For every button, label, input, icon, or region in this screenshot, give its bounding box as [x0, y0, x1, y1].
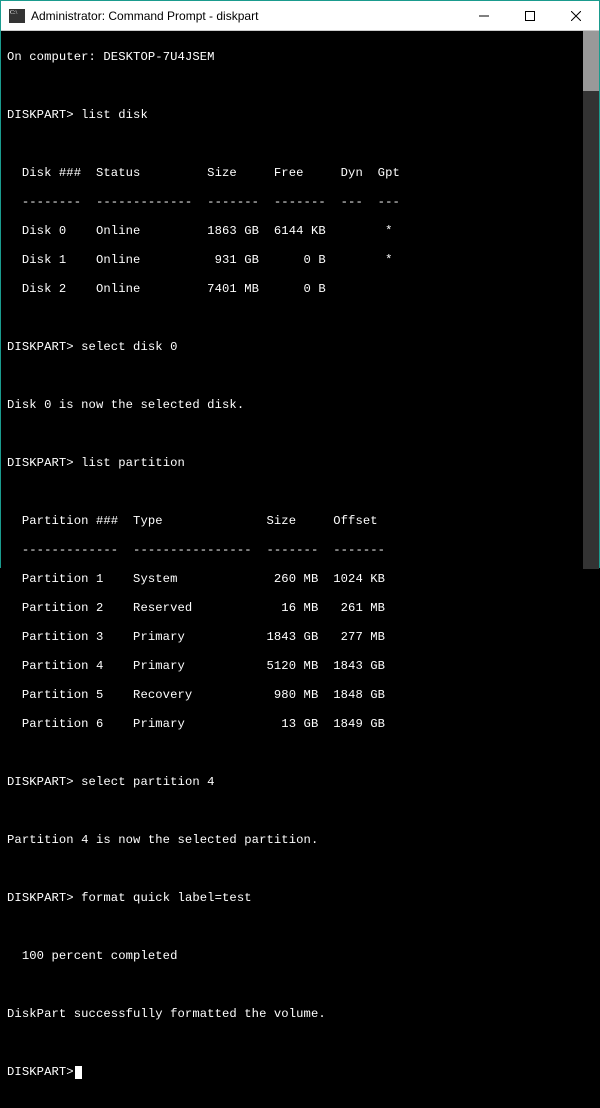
blank-line	[7, 427, 593, 442]
window-titlebar: Administrator: Command Prompt - diskpart	[1, 1, 599, 31]
partition-row: Partition 2 Reserved 16 MB 261 MB	[7, 601, 593, 616]
prompt: DISKPART>	[7, 456, 74, 470]
progress-msg: 100 percent completed	[7, 949, 593, 964]
prompt: DISKPART>	[7, 1065, 74, 1079]
prompt: DISKPART>	[7, 108, 74, 122]
blank-line	[7, 862, 593, 877]
cursor	[75, 1066, 82, 1079]
computer-prefix: On computer:	[7, 50, 103, 64]
scrollbar[interactable]	[583, 31, 599, 569]
blank-line	[7, 1036, 593, 1051]
prompt-line: DISKPART> select disk 0	[7, 340, 593, 355]
partition-table-header: Partition ### Type Size Offset	[7, 514, 593, 529]
disk-row: Disk 0 Online 1863 GB 6144 KB *	[7, 224, 593, 239]
cmd-format: format quick label=test	[74, 891, 252, 905]
disk-table-header: Disk ### Status Size Free Dyn Gpt	[7, 166, 593, 181]
close-button[interactable]	[553, 1, 599, 31]
prompt-line: DISKPART> list disk	[7, 108, 593, 123]
prompt-line: DISKPART> format quick label=test	[7, 891, 593, 906]
cmd-select-disk: select disk 0	[74, 340, 178, 354]
blank-line	[7, 137, 593, 152]
blank-line	[7, 978, 593, 993]
cmd-select-partition: select partition 4	[74, 775, 215, 789]
disk-selected-msg: Disk 0 is now the selected disk.	[7, 398, 593, 413]
scrollbar-thumb[interactable]	[583, 31, 599, 91]
minimize-button[interactable]	[461, 1, 507, 31]
computer-line: On computer: DESKTOP-7U4JSEM	[7, 50, 593, 65]
blank-line	[7, 804, 593, 819]
blank-line	[7, 746, 593, 761]
blank-line	[7, 920, 593, 935]
terminal-output[interactable]: On computer: DESKTOP-7U4JSEM DISKPART> l…	[1, 31, 599, 569]
computer-name: DESKTOP-7U4JSEM	[103, 50, 214, 64]
maximize-button[interactable]	[507, 1, 553, 31]
cmd-list-partition: list partition	[74, 456, 185, 470]
disk-row: Disk 1 Online 931 GB 0 B *	[7, 253, 593, 268]
cmd-list-disk: list disk	[74, 108, 148, 122]
partition-row: Partition 5 Recovery 980 MB 1848 GB	[7, 688, 593, 703]
window-controls	[461, 1, 599, 31]
disk-table-divider: -------- ------------- ------- ------- -…	[7, 195, 593, 210]
prompt: DISKPART>	[7, 891, 74, 905]
partition-table-divider: ------------- ---------------- ------- -…	[7, 543, 593, 558]
prompt-line: DISKPART> select partition 4	[7, 775, 593, 790]
blank-line	[7, 369, 593, 384]
prompt: DISKPART>	[7, 775, 74, 789]
cmd-icon	[9, 9, 25, 23]
partition-row: Partition 3 Primary 1843 GB 277 MB	[7, 630, 593, 645]
prompt: DISKPART>	[7, 340, 74, 354]
window-title: Administrator: Command Prompt - diskpart	[31, 9, 461, 23]
partition-selected-msg: Partition 4 is now the selected partitio…	[7, 833, 593, 848]
prompt-line: DISKPART> list partition	[7, 456, 593, 471]
partition-row: Partition 4 Primary 5120 MB 1843 GB	[7, 659, 593, 674]
prompt-line-active: DISKPART>	[7, 1065, 593, 1080]
disk-row: Disk 2 Online 7401 MB 0 B	[7, 282, 593, 297]
partition-row: Partition 1 System 260 MB 1024 KB	[7, 572, 593, 587]
blank-line	[7, 485, 593, 500]
success-msg: DiskPart successfully formatted the volu…	[7, 1007, 593, 1022]
blank-line	[7, 79, 593, 94]
partition-row: Partition 6 Primary 13 GB 1849 GB	[7, 717, 593, 732]
blank-line	[7, 311, 593, 326]
